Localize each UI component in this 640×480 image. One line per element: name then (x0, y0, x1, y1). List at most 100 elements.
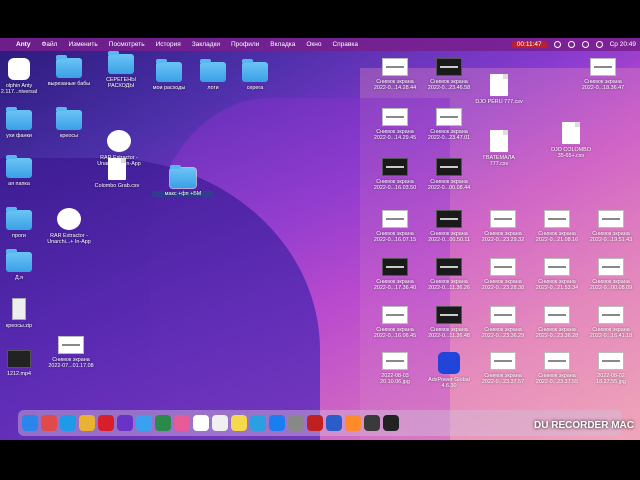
desktop-file[interactable]: Снимок экрана 2022-0...11.36.26 (418, 258, 480, 292)
desktop-item-label: 2022-08-02 18.27.55.jpg (596, 373, 626, 386)
dock-chrome-icon[interactable] (79, 415, 95, 431)
screenshot-thumbnail-icon (598, 210, 624, 228)
desktop-item-label: Снимок экрана 2022-0...16.07.15 (373, 231, 417, 244)
clock[interactable]: Ср 20:49 (610, 41, 636, 48)
dock-launchpad-icon[interactable] (41, 415, 57, 431)
desktop-file[interactable]: Снимок экрана 2022-0...23.37.55 (526, 352, 588, 386)
dock-safari-icon[interactable] (60, 415, 76, 431)
desktop-item-label: Снимок экрана 2022-0...14.28.44 (373, 79, 417, 92)
desktop-item-label: Снимок экрана 2022-0...23.37.55 (535, 373, 579, 386)
record-timer[interactable]: 00:11:47 (511, 41, 547, 48)
dock-app-store-icon[interactable] (269, 415, 285, 431)
desktop-file[interactable]: Снимок экрана 2022-0...23.36.29 (472, 306, 534, 340)
screenshot-thumbnail-icon (436, 306, 462, 324)
menu-bar: Anty Файл Изменить Посмотреть История За… (0, 38, 640, 51)
dock-opera-icon[interactable] (98, 415, 114, 431)
menu-window[interactable]: Окно (306, 41, 321, 48)
desktop-file[interactable]: Снимок экрана 2022-0...16.06.45 (364, 306, 426, 340)
control-center-icon[interactable] (595, 41, 603, 48)
desktop-folder[interactable]: серега (224, 59, 286, 91)
dock-photos-icon[interactable] (174, 415, 190, 431)
desktop-item-label: Снимок экрана 2022-0...11.36.48 (428, 327, 470, 340)
menu-view[interactable]: Посмотреть (109, 41, 145, 48)
desktop-file[interactable]: Снимок экрана 2022-0...23.36.28 (526, 306, 588, 340)
stop-icon[interactable] (567, 41, 575, 48)
desktop-file[interactable]: RAR Extractor - Unarchi...+ In-App (38, 208, 100, 246)
dock-maps-icon[interactable] (155, 415, 171, 431)
menu-tab[interactable]: Вкладка (270, 41, 295, 48)
desktop-file[interactable]: Colombo Grab.csv (86, 158, 148, 189)
dock-camera-icon[interactable] (345, 415, 361, 431)
dock-reminders-icon[interactable] (212, 415, 228, 431)
dock-terminal-icon[interactable] (383, 415, 399, 431)
dock-telegram-icon[interactable] (250, 415, 266, 431)
csv-document-icon (490, 74, 508, 96)
folder-icon (6, 249, 32, 272)
desktop-folder[interactable]: ая папка (0, 155, 50, 187)
desktop-file[interactable]: Снимок экрана 2022-0...16.07.15 (364, 210, 426, 244)
desktop-file[interactable]: 2022-08-03 20.10.06.jpg (364, 352, 426, 386)
desktop-file[interactable]: креосы.zip (0, 298, 50, 329)
desktop-file[interactable]: Снимок экрана 2022-0...21.08.16 (526, 210, 588, 244)
wifi-icon[interactable] (581, 41, 589, 48)
folder-icon (6, 207, 32, 230)
dock-finder-icon[interactable] (22, 415, 38, 431)
desktop-file[interactable]: Снимок экрана 2022-0...23.37.57 (472, 352, 534, 386)
desktop-file[interactable]: Снимок экрана 2022-0...16.03.50 (364, 158, 426, 192)
dock-settings-icon[interactable] (288, 415, 304, 431)
desktop-file[interactable]: 2022-08-02 18.27.55.jpg (580, 352, 640, 386)
desktop-file[interactable]: Снимок экрана 2022-0...00.08.44 (418, 158, 480, 192)
desktop-file[interactable]: Снимок экрана 2022-0...17.36.40 (364, 258, 426, 292)
recorder-watermark: DU RECORDER MAC (534, 420, 634, 431)
folder-icon (242, 59, 268, 82)
menu-history[interactable]: История (156, 41, 181, 48)
dock-word-icon[interactable] (326, 415, 342, 431)
desktop-file[interactable]: Снимок экрана 2022-0...19.51.43 (580, 210, 640, 244)
desktop-folder[interactable]: Д.я (0, 249, 50, 281)
folder-icon (6, 107, 32, 130)
desktop-item-label: Снимок экрана 2022-0...18.36.47 (581, 79, 625, 92)
desktop-file[interactable]: Снимок экрана 2022-0...00.08.09 (580, 258, 640, 292)
pause-icon[interactable] (553, 41, 561, 48)
desktop-file[interactable]: Снимок экрана 2022-0...23.28.38 (472, 258, 534, 292)
desktop-item-label: серега (246, 85, 264, 91)
menu-edit[interactable]: Изменить (68, 41, 97, 48)
dock-l17-icon[interactable] (364, 415, 380, 431)
dock (18, 410, 622, 436)
desktop-item-label: Снимок экрана 2022-0...21.08.16 (535, 231, 579, 244)
menu-file[interactable]: Файл (41, 41, 57, 48)
desktop-file[interactable]: AdsPower Global 4.6.30 (418, 352, 480, 390)
desktop-file[interactable]: Снимок экрана 2022-0...18.36.47 (572, 58, 634, 92)
desktop-file[interactable]: Снимок экрана 2022-0...23.29.32 (472, 210, 534, 244)
desktop-item-label: креосы.zip (5, 323, 33, 329)
desktop-file[interactable]: Снимок экрана 2022-0...14.29.45 (364, 108, 426, 142)
screenshot-thumbnail-icon (382, 352, 408, 370)
dock-dolphin-icon[interactable] (117, 415, 133, 431)
dock-calendar-icon[interactable] (193, 415, 209, 431)
desktop-item-label: DJO PERU 777.csv (475, 99, 523, 105)
folder-icon (108, 51, 134, 74)
desktop-folder[interactable]: макс +фп +БМ (152, 165, 214, 198)
menu-help[interactable]: Справка (332, 41, 358, 48)
folder-icon (169, 165, 197, 189)
dock-mail-icon[interactable] (136, 415, 152, 431)
desktop-item-label: Д.я (14, 275, 24, 281)
desktop-file[interactable]: Снимок экрана 2022-0...14.28.44 (364, 58, 426, 92)
desktop-file[interactable]: Снимок экрана 2022-0...00.50.11 (418, 210, 480, 244)
desktop-file[interactable]: Снимок экрана 2022-0...16.41.18 (580, 306, 640, 340)
desktop-file[interactable]: 1212.mp4 (0, 350, 50, 377)
desktop-file[interactable]: Снимок экрана 2022-0...11.36.48 (418, 306, 480, 340)
desktop-item-label: Снимок экрана 2022-0...11.36.26 (428, 279, 470, 292)
dock-notes-icon[interactable] (231, 415, 247, 431)
desktop-file[interactable]: DJO COLOMBO 35-65+.csv (540, 122, 602, 160)
dolphin-app-icon (8, 58, 30, 80)
desktop-item-label: Снимок экрана 2022-0...19.51.43 (589, 231, 633, 244)
desktop-file[interactable]: Снимок экрана 2022-0...21.53.34 (526, 258, 588, 292)
menu-profiles[interactable]: Профили (231, 41, 259, 48)
csv-document-icon (562, 122, 580, 144)
menu-bookmarks[interactable]: Закладки (192, 41, 220, 48)
desktop-item-label: AdsPower Global 4.6.30 (428, 377, 470, 390)
desktop-file[interactable]: DJO PERU 777.csv (468, 74, 530, 105)
dock-anty-icon[interactable] (307, 415, 323, 431)
menu-app-name[interactable]: Anty (16, 41, 30, 48)
